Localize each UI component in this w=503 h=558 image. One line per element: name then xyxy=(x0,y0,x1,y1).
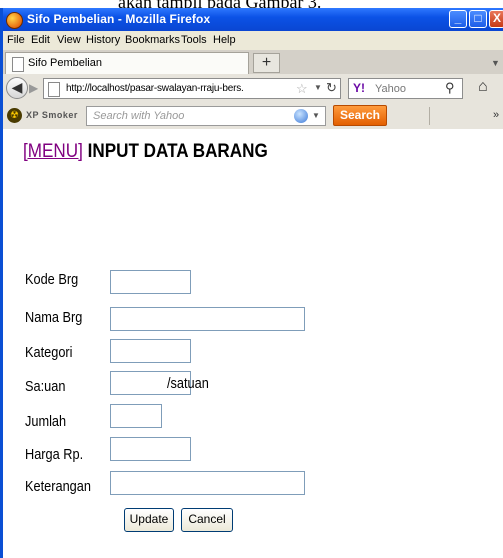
jumlah-input[interactable] xyxy=(110,404,162,428)
tab-bar: Sifo Pembelian + ▼ xyxy=(3,50,503,75)
jumlah-label: Jumlah xyxy=(25,413,67,430)
harga-label: Harga Rp. xyxy=(25,446,84,463)
page-content: [MENU] INPUT DATA BARANG Kode Brg Nama B… xyxy=(3,129,503,558)
browser-window: Sifo Pembelian - Mozilla Firefox _ □ X F… xyxy=(0,8,503,558)
menu-tools[interactable]: Tools xyxy=(181,34,207,46)
url-bar[interactable]: http://localhost/pasar-swalayan-rraju-be… xyxy=(43,78,341,99)
satuan-label: Sa:uan xyxy=(25,378,66,395)
xp-smoker-toolbar: ☢ XP Smoker Search with Yahoo ▼ Search » xyxy=(3,103,503,130)
tab-label: Sifo Pembelian xyxy=(28,57,102,69)
kode-brg-input[interactable] xyxy=(110,270,191,294)
kategori-input[interactable] xyxy=(110,339,191,363)
menu-help[interactable]: Help xyxy=(213,34,236,46)
reload-icon[interactable]: ↻ xyxy=(326,80,337,96)
minimize-button[interactable]: _ xyxy=(449,10,467,28)
yahoo-icon[interactable]: Y! xyxy=(353,81,365,95)
url-text: http://localhost/pasar-swalayan-rraju-be… xyxy=(66,83,244,94)
menu-bookmarks[interactable]: Bookmarks xyxy=(125,34,180,46)
radiation-icon: ☢ xyxy=(7,108,22,123)
page-icon xyxy=(12,57,24,72)
page-title-text: INPUT DATA BARANG xyxy=(87,141,268,162)
forward-button[interactable]: ▶ xyxy=(29,81,38,95)
page-title: [MENU] INPUT DATA BARANG xyxy=(23,141,268,163)
toolbar-search-input[interactable]: Search with Yahoo ▼ xyxy=(86,106,326,126)
menu-link[interactable]: [MENU] xyxy=(23,141,83,162)
harga-input[interactable] xyxy=(110,437,191,461)
search-icon[interactable]: ⚲ xyxy=(445,80,455,96)
toolbar-brand: XP Smoker xyxy=(26,110,78,120)
toolbar-search-placeholder: Search with Yahoo xyxy=(93,110,185,122)
toolbar-divider xyxy=(429,107,430,125)
home-icon[interactable]: ⌂ xyxy=(478,78,488,96)
engine-dropdown-icon[interactable]: ▼ xyxy=(312,111,320,120)
toolbar-overflow-icon[interactable]: » xyxy=(493,109,499,121)
menu-view[interactable]: View xyxy=(57,34,81,46)
search-engine-icon[interactable] xyxy=(294,109,308,123)
nama-brg-label: Nama Brg xyxy=(25,309,83,326)
tab-list-icon[interactable]: ▼ xyxy=(491,58,500,68)
close-button[interactable]: X xyxy=(489,10,503,28)
document-caption: akan tampil pada Gambar 3. xyxy=(0,0,503,8)
url-dropdown-icon[interactable]: ▼ xyxy=(314,83,322,92)
keterangan-label: Keterangan xyxy=(25,478,91,495)
navigation-bar: ◀ ▶ http://localhost/pasar-swalayan-rraj… xyxy=(3,74,503,103)
cancel-button[interactable]: Cancel xyxy=(181,508,233,532)
menu-bar: File Edit View History Bookmarks Tools H… xyxy=(3,31,503,50)
kode-brg-label: Kode Brg xyxy=(25,271,79,288)
menu-edit[interactable]: Edit xyxy=(31,34,50,46)
toolbar-search-button[interactable]: Search xyxy=(333,105,387,126)
new-tab-button[interactable]: + xyxy=(253,53,280,73)
title-bar: Sifo Pembelian - Mozilla Firefox _ □ X xyxy=(3,8,503,31)
menu-file[interactable]: File xyxy=(7,34,25,46)
window-title: Sifo Pembelian - Mozilla Firefox xyxy=(27,12,211,26)
back-button[interactable]: ◀ xyxy=(6,77,28,99)
page-icon xyxy=(48,82,60,97)
search-bar[interactable]: Y! Yahoo ⚲ xyxy=(348,78,463,99)
firefox-icon xyxy=(6,12,23,29)
kategori-label: Kategori xyxy=(25,344,73,361)
tab-sifo-pembelian[interactable]: Sifo Pembelian xyxy=(5,52,249,74)
update-button[interactable]: Update xyxy=(124,508,174,532)
keterangan-input[interactable] xyxy=(110,471,305,495)
menu-history[interactable]: History xyxy=(86,34,120,46)
bookmark-star-icon[interactable]: ☆ xyxy=(296,81,308,97)
maximize-button[interactable]: □ xyxy=(469,10,487,28)
nama-brg-input[interactable] xyxy=(110,307,305,331)
jumlah-unit-label: /satuan xyxy=(167,375,209,392)
search-engine-label: Yahoo xyxy=(375,83,406,95)
